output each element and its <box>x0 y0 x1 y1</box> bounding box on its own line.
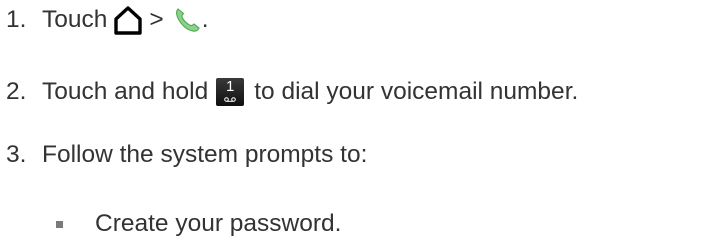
step-number: 1. <box>6 6 27 33</box>
phone-icon <box>172 5 202 35</box>
step-text: Follow the system prompts to: <box>42 141 368 168</box>
step-text-rest: to dial your voicemail number. <box>254 78 579 105</box>
bullet-marker <box>56 220 63 228</box>
step-text-separator: > <box>149 6 164 33</box>
step-2: 2. Touch and hold 1 to dial your voicema… <box>6 74 578 110</box>
home-icon <box>113 5 143 35</box>
voicemail-key-icon: 1 <box>216 78 245 106</box>
step-text: Touch and hold <box>42 78 209 105</box>
step-number: 2. <box>6 78 27 105</box>
step-text: Touch <box>42 6 108 33</box>
bullet-text: Create your password. <box>95 210 342 237</box>
bullet-item: Create your password. <box>56 206 341 242</box>
key-digit: 1 <box>226 78 235 95</box>
step-number: 3. <box>6 141 27 168</box>
step-3: 3. Follow the system prompts to: <box>6 137 367 173</box>
voicemail-glyph-icon <box>224 97 237 102</box>
step-text-end: . <box>201 6 209 33</box>
step-1: 1. Touch > . <box>6 2 209 38</box>
